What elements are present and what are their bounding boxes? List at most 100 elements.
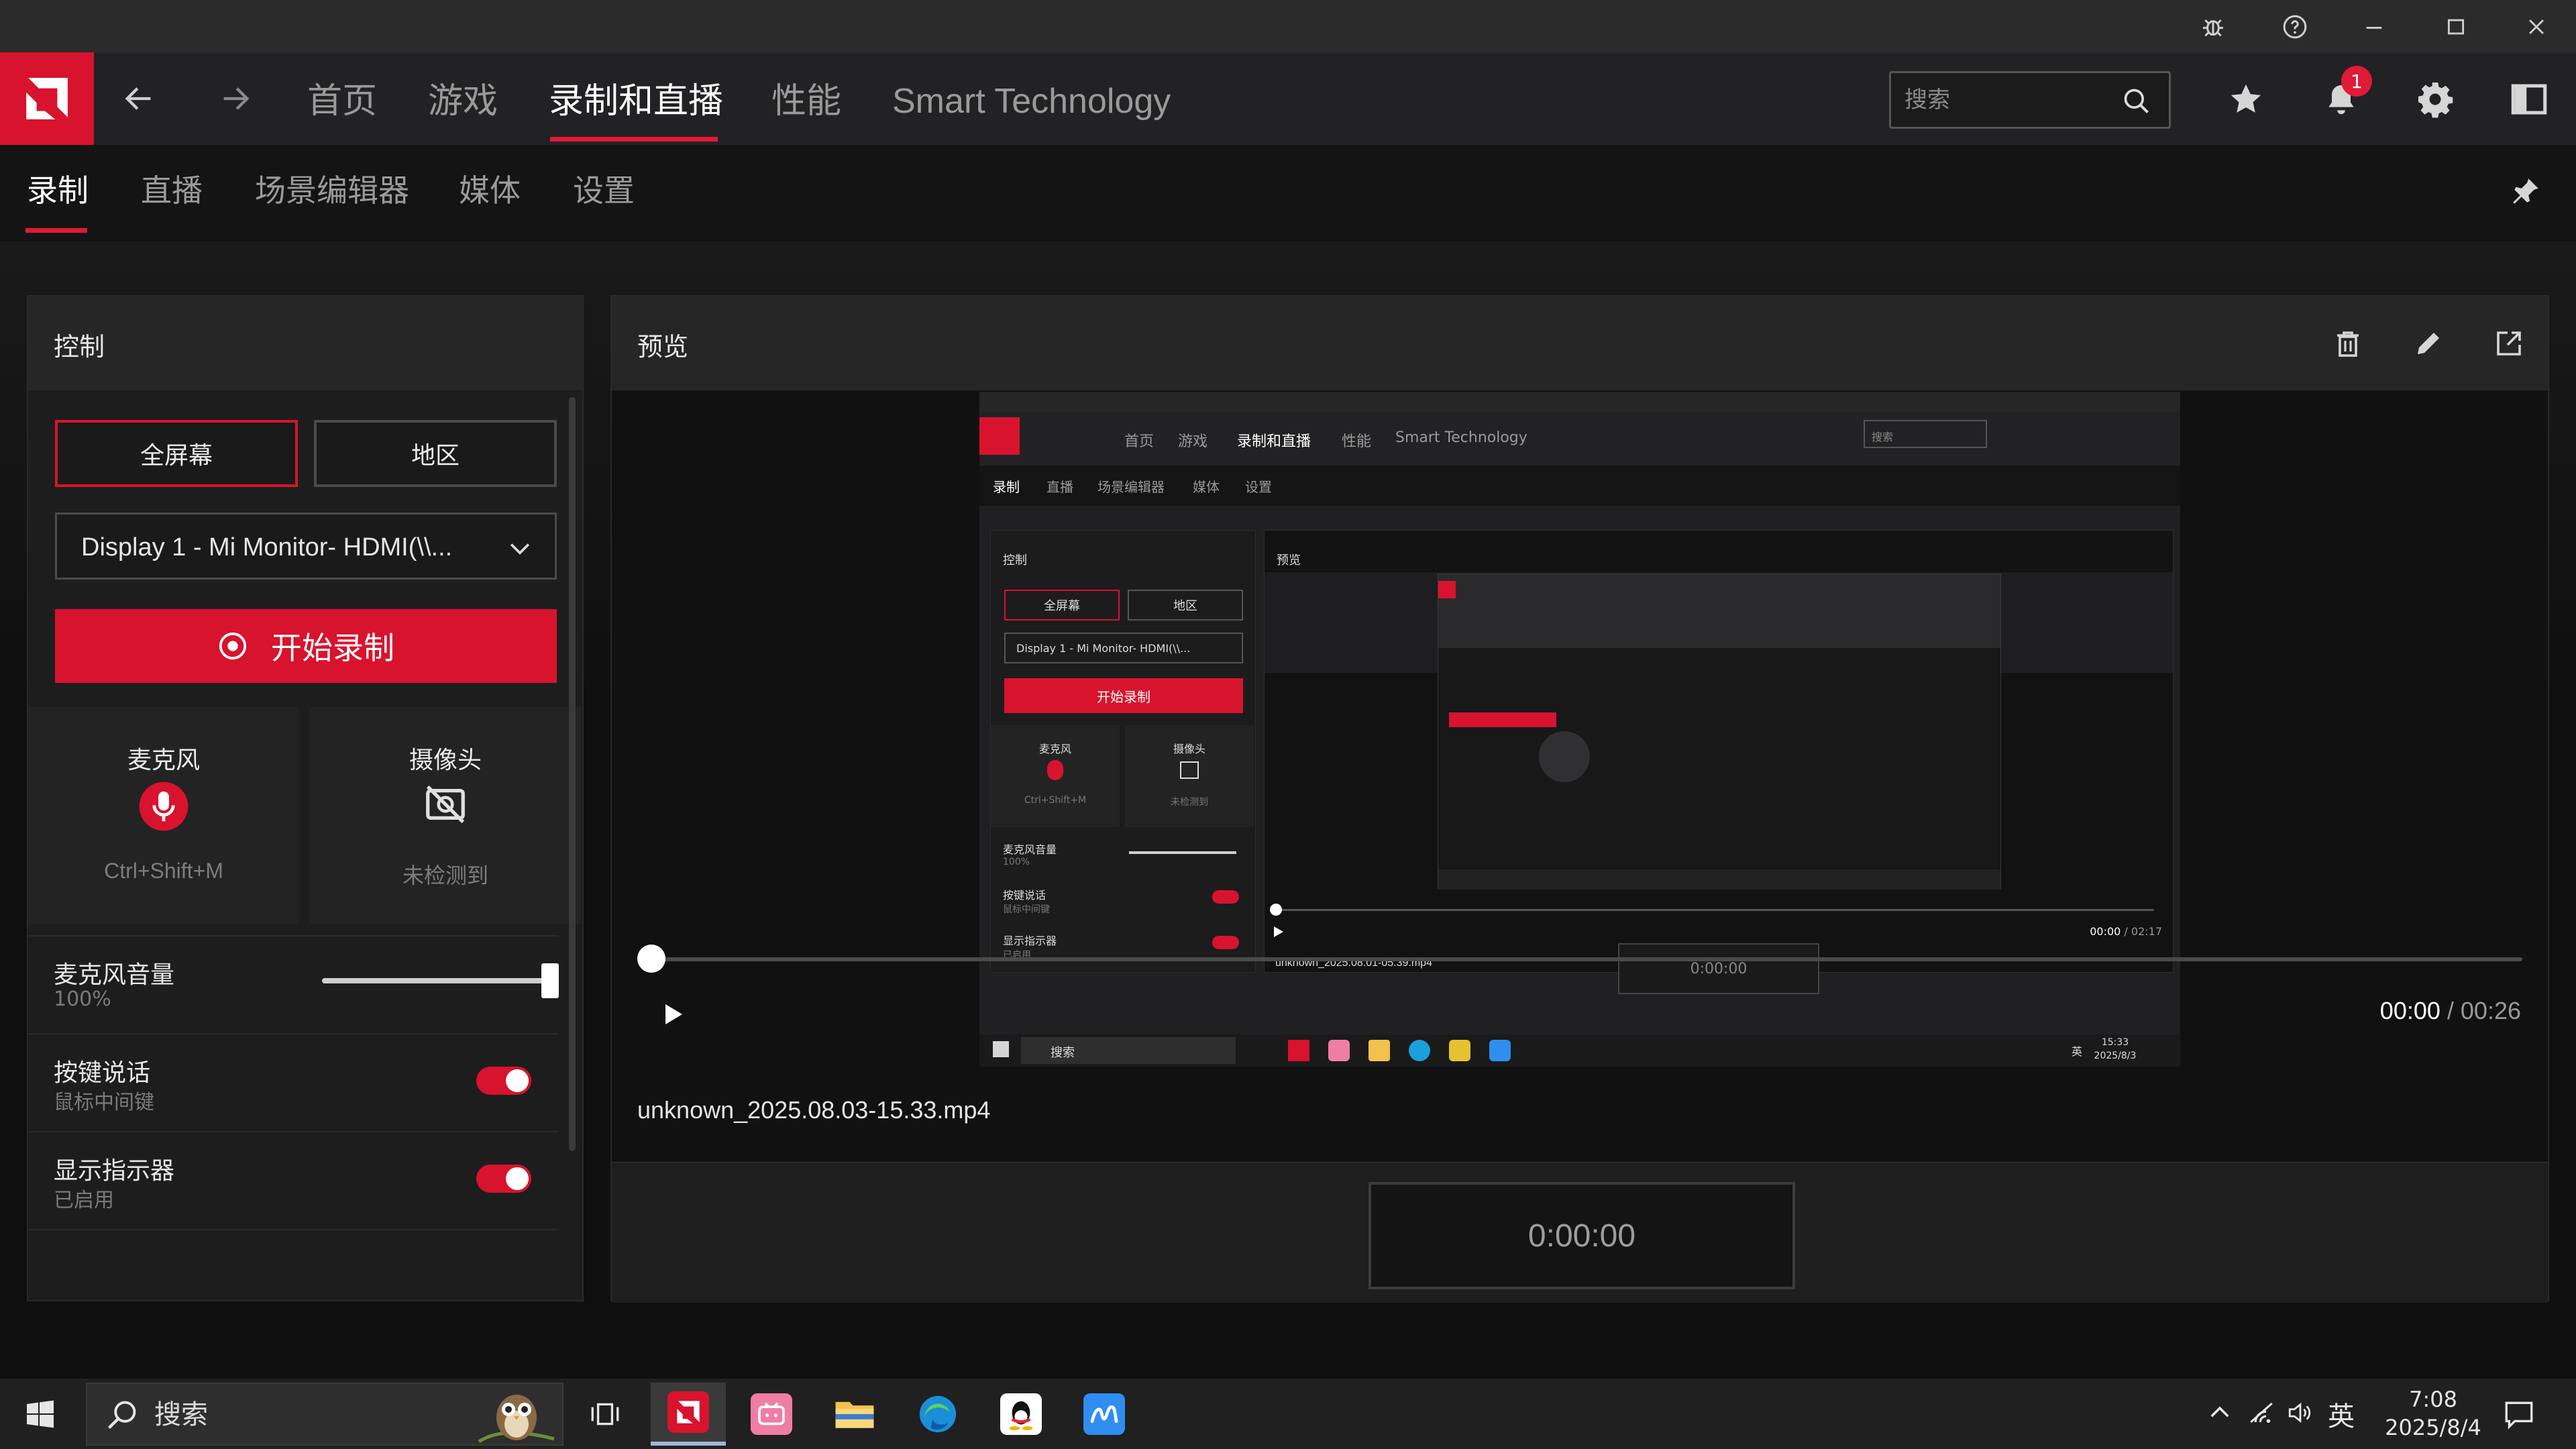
search-box[interactable]: [1889, 71, 2171, 129]
mic-volume-slider[interactable]: [322, 963, 559, 998]
taskbar-app-edge[interactable]: [900, 1383, 975, 1446]
mini-mic-title: 麦克风: [1038, 743, 1071, 755]
current-time: 00:00: [2379, 997, 2440, 1024]
subtab-settings[interactable]: 设置: [573, 169, 635, 212]
mic-volume-fill: [322, 978, 550, 983]
minimize-icon[interactable]: [2351, 7, 2398, 47]
mini-preview-panel: 预览 00:00 / 02:17 unknown_2025.08.01-05.3…: [1264, 530, 2174, 973]
recording-timer: 0:00:00: [1368, 1182, 1795, 1289]
forward-arrow-icon[interactable]: [212, 75, 259, 122]
search-input[interactable]: [1904, 81, 2106, 119]
start-recording-button[interactable]: 开始录制: [55, 609, 557, 683]
subtab-stream[interactable]: 直播: [141, 169, 203, 212]
record-icon: [219, 632, 247, 660]
subtab-record[interactable]: 录制: [27, 169, 89, 212]
edit-pencil-icon[interactable]: [2404, 319, 2453, 368]
push-to-talk-toggle[interactable]: [476, 1067, 531, 1095]
mini-region: 地区: [1128, 590, 1243, 621]
subtab-media[interactable]: 媒体: [459, 169, 521, 212]
search-icon[interactable]: [2122, 87, 2151, 116]
nav-tab-record-stream[interactable]: 录制和直播: [549, 78, 723, 125]
microphone-toggle[interactable]: 麦克风 Ctrl+Shift+M: [28, 707, 299, 924]
mini-sub-stream: 直播: [1046, 479, 1073, 495]
play-icon[interactable]: [652, 994, 692, 1034]
close-icon[interactable]: [2513, 7, 2560, 47]
mini-nav-home: 首页: [1124, 433, 1155, 450]
show-indicator-row: 显示指示器 已启用: [28, 1131, 558, 1225]
taskbar-app-amd-software[interactable]: [651, 1383, 726, 1446]
video-seek-thumb[interactable]: [637, 945, 665, 973]
help-icon[interactable]: [2271, 7, 2318, 47]
mini-sub-nav: 录制 直播 场景编辑器 媒体 设置: [979, 466, 2180, 506]
edge-icon: [919, 1395, 957, 1433]
back-arrow-icon[interactable]: [115, 75, 162, 122]
amd-software-icon: [667, 1391, 709, 1433]
mic-volume-label: 麦克风音量: [54, 961, 175, 989]
nav-tab-smart-technology[interactable]: Smart Technology: [892, 78, 1171, 125]
bug-report-icon[interactable]: [2190, 7, 2237, 47]
taskbar-search-input[interactable]: [154, 1395, 423, 1435]
settings-gear-icon[interactable]: [2408, 72, 2462, 126]
pin-icon[interactable]: [2509, 174, 2542, 208]
fullscreen-mode-button[interactable]: 全屏幕: [55, 420, 298, 487]
nav-tab-performance[interactable]: 性能: [771, 78, 841, 125]
mini-seek-track: [1275, 909, 2154, 911]
task-view-icon[interactable]: [568, 1383, 643, 1446]
video-preview-frame[interactable]: 首页 游戏 录制和直播 性能 Smart Technology 搜索 录制 直播…: [979, 392, 2180, 1067]
nav-tab-home[interactable]: 首页: [307, 78, 377, 125]
wifi-icon[interactable]: [2247, 1399, 2275, 1427]
mini-nav-record: 录制和直播: [1237, 433, 1311, 450]
show-indicator-status: 已启用: [54, 1189, 114, 1212]
sidebar-toggle-icon[interactable]: [2502, 72, 2556, 126]
mini-mic-sub: Ctrl+Shift+M: [1024, 795, 1087, 806]
mini-ind: 显示指示器: [1003, 934, 1057, 947]
mini-app-bilibili: [1328, 1040, 1350, 1061]
share-export-icon[interactable]: [2485, 319, 2533, 368]
control-panel-scrollbar[interactable]: [569, 397, 576, 1151]
mini-ptt-toggle: [1212, 890, 1239, 904]
taskbar-app-file-explorer[interactable]: [817, 1383, 892, 1446]
taskbar-search-box[interactable]: [86, 1383, 564, 1446]
mini-mic-icon: [1047, 760, 1063, 780]
mini-play-icon: [1274, 926, 1283, 937]
windows-start-icon[interactable]: [13, 1391, 67, 1438]
mini-nested-record: [1449, 712, 1556, 727]
notification-badge: 1: [2341, 66, 2372, 97]
amd-logo-icon[interactable]: [0, 52, 94, 145]
volume-icon[interactable]: [2286, 1399, 2314, 1427]
mini-taskbar: 搜索 英 15:33 2025/8/3: [979, 1034, 2180, 1067]
region-mode-button[interactable]: 地区: [314, 420, 557, 487]
mini-nested-taskbar: [1438, 869, 2000, 890]
camera-toggle[interactable]: 摄像头 未检测到: [310, 707, 581, 924]
mini-start-icon: [993, 1041, 1009, 1057]
taskbar-app-maxhub[interactable]: [1067, 1383, 1142, 1446]
show-indicator-toggle[interactable]: [476, 1165, 531, 1193]
input-method-indicator[interactable]: 英: [2328, 1395, 2355, 1434]
microphone-title: 麦克风: [127, 747, 200, 774]
taskbar-app-bilibili[interactable]: [734, 1383, 809, 1446]
mic-volume-thumb[interactable]: [541, 963, 559, 998]
mini-logo: [979, 417, 1020, 455]
mini-nested-body: [1438, 648, 2000, 890]
tray-chevron-up-icon[interactable]: [2206, 1399, 2234, 1427]
mini-nested-play: [1539, 731, 1590, 782]
mini-sub-scene: 场景编辑器: [1097, 479, 1165, 495]
delete-trash-icon[interactable]: [2324, 319, 2372, 368]
show-indicator-label: 显示指示器: [54, 1157, 175, 1185]
total-time: 00:26: [2460, 997, 2521, 1024]
preview-panel: 预览 首页 游戏 录制和直播 性能 Smart Technology 搜索 录制…: [610, 295, 2549, 1303]
subtab-scene-editor[interactable]: 场景编辑器: [255, 169, 409, 212]
maximize-icon[interactable]: [2432, 7, 2479, 47]
nav-tab-games[interactable]: 游戏: [428, 78, 498, 125]
video-seek-bar[interactable]: [651, 957, 2522, 961]
taskbar-clock[interactable]: 7:08 2025/8/4: [2383, 1385, 2483, 1442]
mini-ind-toggle: [1212, 936, 1239, 949]
video-time-readout: 00:00 / 00:26: [2380, 997, 2521, 1025]
mic-volume-row: 麦克风音量 100%: [28, 935, 559, 1029]
mini-vol-sub: 100%: [1003, 857, 1030, 867]
mini-sub-record: 录制: [993, 479, 1020, 495]
action-center-icon[interactable]: [2502, 1397, 2536, 1431]
favorites-star-icon[interactable]: [2219, 72, 2273, 126]
display-select[interactable]: Display 1 - Mi Monitor- HDMI(\\...: [55, 513, 557, 580]
taskbar-app-qq[interactable]: [983, 1383, 1059, 1446]
